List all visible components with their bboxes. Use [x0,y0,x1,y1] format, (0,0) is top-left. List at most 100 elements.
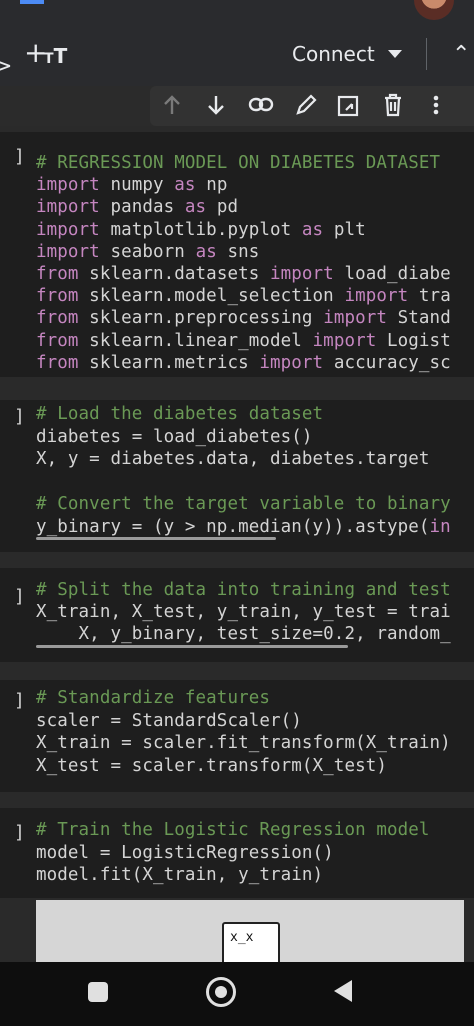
link-icon[interactable] [248,94,274,116]
comment-token: # Train the Logistic Regression model [36,820,430,840]
code-line[interactable]: from sklearn.datasets import load_diabe [36,264,451,284]
home-icon[interactable] [206,977,236,1007]
squiggle-underline [36,537,276,540]
code-token: pandas [99,197,185,218]
keyword-token: from [36,352,79,373]
code-line[interactable]: scaler = StandardScaler() [36,711,302,731]
code-line[interactable]: # Train the Logistic Regression model [36,820,430,840]
code-token: tra [408,286,451,307]
output-image: x_x [36,900,464,966]
keyword-token: import [36,197,100,218]
comment-token: # REGRESSION MODEL ON DIABETES DATASET [36,153,441,173]
code-token: accuracy_sc [323,352,451,373]
code-line[interactable]: from sklearn.model_selection import tra [36,286,451,306]
code-line[interactable]: # Standardize features [36,688,270,708]
text-size-button[interactable]: TT [44,44,67,68]
run-button[interactable]: ] [14,586,25,607]
code-line[interactable]: X, y = diabetes.data, diabetes.target [36,449,430,469]
run-button[interactable]: ] [14,146,25,167]
code-line[interactable]: import pandas as pd [36,197,238,217]
edit-icon[interactable] [294,92,318,118]
code-line[interactable]: X_train, X_test, y_train, y_test = trai [36,602,451,622]
recents-icon[interactable] [88,982,108,1002]
run-button[interactable]: ] [14,822,25,843]
code-line[interactable]: X_train = scaler.fit_transform(X_train) [36,733,451,753]
code-line[interactable]: # REGRESSION MODEL ON DIABETES DATASET [36,153,440,173]
keyword-token: as [184,197,207,218]
keyword-token: in [429,517,451,537]
connect-button[interactable]: Connect [292,42,375,66]
keyword-token: as [174,175,196,196]
code-line[interactable]: import numpy as np [36,175,227,195]
code-token: sklearn.model_selection [78,286,345,307]
keyword-token: import [323,308,388,329]
move-up-icon[interactable] [160,92,184,118]
toolbar-divider [426,38,427,70]
code-line[interactable]: diabetes = load_diabetes() [36,427,313,447]
collapse-toolbar-icon[interactable]: ⌃ [452,42,470,67]
code-line[interactable]: model.fit(X_train, y_train) [36,865,323,885]
code-line[interactable]: X_test = scaler.transform(X_test) [36,756,387,776]
code-token: plt [323,219,366,240]
keyword-token: import [36,219,100,240]
code-token: sklearn.metrics [78,352,260,373]
comment-token: # Standardize features [36,688,270,708]
notebook-toolbar: > + TT Connect ⌃ [0,24,474,86]
code-token: scaler = StandardScaler() [36,710,302,731]
keyword-token: from [36,264,79,284]
code-line[interactable]: X, y_binary, test_size=0.2, random_ [36,624,451,644]
code-line[interactable]: from sklearn.linear_model import Logist [36,331,451,351]
code-line[interactable]: # Load the diabetes dataset [36,404,323,424]
text-size-small: T [44,51,54,67]
code-token: model.fit(X_train, y_train) [36,865,324,886]
comment-token: # Split the data into training and test [36,580,451,600]
code-line[interactable]: model = LogisticRegression() [36,843,334,863]
cell-gap [0,662,474,680]
code-line[interactable]: y_binary = (y > np.median(y)).astype(in [36,517,451,537]
delete-icon[interactable] [382,92,404,118]
keyword-token: from [36,286,79,307]
code-token: sklearn.linear_model [78,330,313,351]
code-token: sns [216,241,260,262]
cell-gap [0,792,474,808]
face-text: x_x [230,930,254,945]
cell-gap [0,377,474,400]
tab-indicator [20,0,44,4]
expand-chevron-icon[interactable]: > [0,56,12,78]
broken-output-face: x_x [222,922,280,966]
text-size-big: T [53,44,68,68]
cell-toolbar [0,86,474,126]
connect-dropdown-icon[interactable] [388,50,402,58]
run-button[interactable]: ] [14,690,25,711]
code-line[interactable]: # Split the data into training and test [36,580,451,600]
cell-gap [0,552,474,568]
code-line[interactable]: import seaborn as sns [36,242,259,262]
code-token: X, y = diabetes.data, diabetes.target [36,449,430,470]
code-line[interactable]: from sklearn.preprocessing import Stand [36,308,451,328]
keyword-token: import [259,352,324,373]
code-line[interactable]: import matplotlib.pyplot as plt [36,220,366,240]
code-token: X_train = scaler.fit_transform(X_train) [36,733,451,754]
code-token: Logist [376,330,451,351]
keyword-token: import [36,175,100,196]
comment-token: # Load the diabetes dataset [36,404,324,424]
run-button[interactable]: ] [14,406,25,427]
code-token: seaborn [99,241,196,262]
keyword-token: as [301,219,324,240]
move-down-icon[interactable] [204,92,228,118]
avatar[interactable] [414,0,454,20]
code-token: np [195,175,228,196]
keyword-token: from [36,308,79,329]
back-icon[interactable] [334,980,352,1002]
code-token: X_train, X_test, y_train, y_test = trai [36,602,451,622]
more-options-icon[interactable] [430,92,442,118]
status-strip [0,0,474,24]
code-token: X_test = scaler.transform(X_test) [36,755,387,776]
keyword-token: import [344,286,409,307]
code-token: sklearn.preprocessing [78,308,324,329]
mirror-cell-icon[interactable] [336,92,362,118]
code-line[interactable]: from sklearn.metrics import accuracy_sc [36,353,451,373]
code-token: Stand [387,308,451,329]
code-line[interactable]: # Convert the target variable to binary [36,494,451,514]
code-token: load_diabe [333,264,451,284]
